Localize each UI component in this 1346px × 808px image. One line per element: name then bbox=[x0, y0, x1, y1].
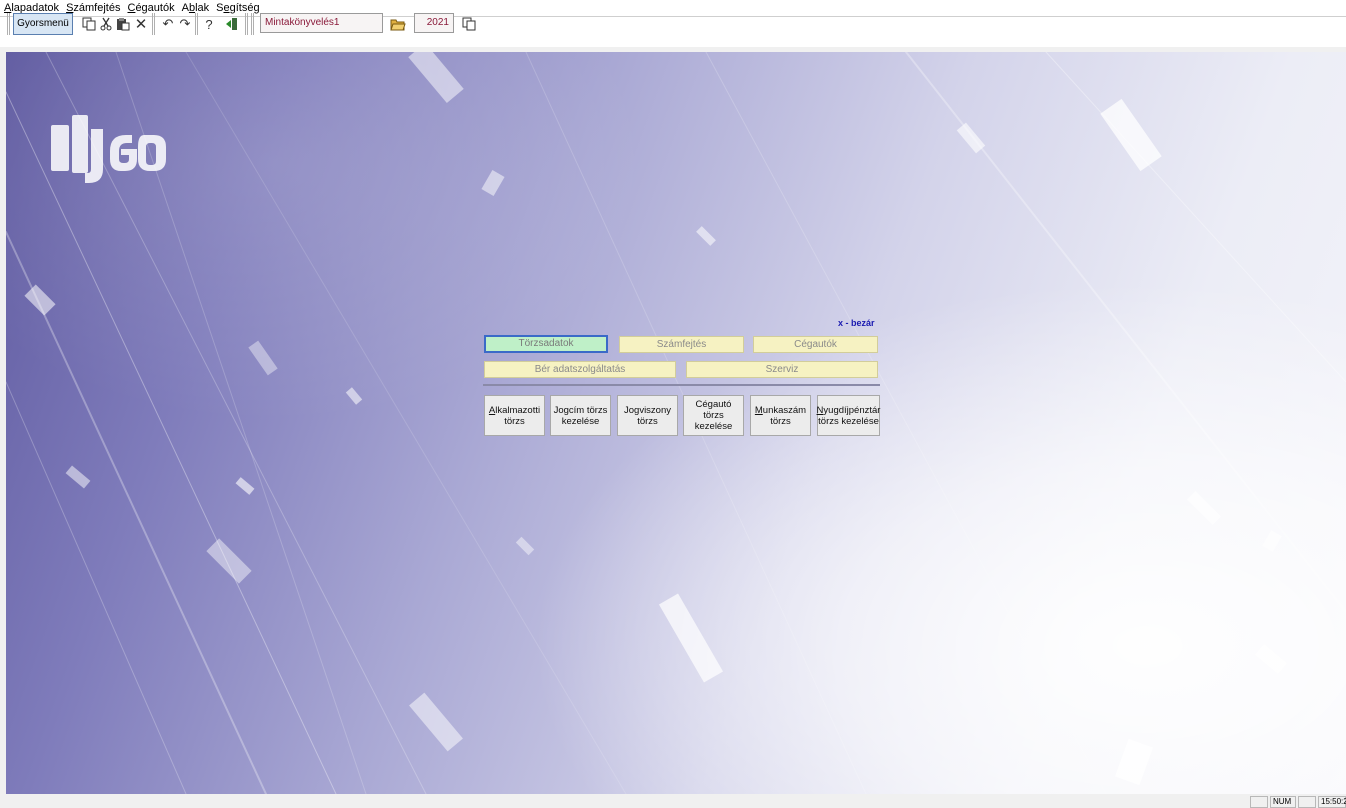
label-line2: törzs bbox=[637, 415, 658, 427]
app-logo bbox=[51, 115, 166, 183]
munkaszam-torzs-button[interactable]: Munkaszám törzs bbox=[750, 395, 811, 436]
toolbar-separator bbox=[251, 13, 254, 35]
toolbar-separator bbox=[152, 13, 155, 35]
tab-szerviz[interactable]: Szerviz bbox=[686, 361, 878, 378]
cegauto-torzs-button[interactable]: Cégautó törzs kezelése bbox=[683, 395, 744, 436]
year-field[interactable]: 2021 bbox=[414, 13, 454, 33]
toolbar: Gyorsmenü ✕ ↶ ↷ ? Mintakönyvelés1 2021 bbox=[0, 13, 1346, 47]
tab-szamfejtes[interactable]: Számfejtés bbox=[619, 336, 744, 353]
label-line1: Cégautó törzs bbox=[695, 399, 732, 421]
toolbar-separator bbox=[245, 13, 248, 35]
jogcim-torzs-button[interactable]: Jogcím törzs kezelése bbox=[550, 395, 611, 436]
label-line1: yugdíjpénztár bbox=[823, 404, 881, 416]
redo-icon[interactable]: ↷ bbox=[175, 13, 195, 35]
status-cell-empty bbox=[1250, 796, 1268, 808]
delete-icon[interactable]: ✕ bbox=[131, 13, 151, 35]
num-lock-indicator: NUM bbox=[1270, 796, 1296, 808]
status-cell-empty bbox=[1298, 796, 1316, 808]
button-label: Munkaszám törzs bbox=[755, 405, 806, 427]
button-label: Jogviszony törzs bbox=[624, 405, 671, 427]
toolbar-grip bbox=[7, 13, 10, 35]
toolbar-separator bbox=[195, 13, 198, 35]
button-label: Jogcím törzs kezelése bbox=[554, 405, 608, 427]
tab-ber-adatszolgaltatas[interactable]: Bér adatszolgáltatás bbox=[484, 361, 676, 378]
label-line1: unkaszám bbox=[762, 404, 807, 416]
open-folder-icon[interactable] bbox=[388, 13, 408, 35]
label-line2: kezelése bbox=[561, 415, 600, 427]
paste-icon[interactable] bbox=[113, 13, 133, 35]
status-clock: 15:50:2 bbox=[1318, 796, 1346, 808]
label-line2: törzs kezelése bbox=[818, 415, 879, 427]
accel-letter: M bbox=[754, 404, 763, 416]
button-label: Alkalmazotti törzs bbox=[489, 405, 540, 427]
help-icon[interactable]: ? bbox=[199, 13, 219, 35]
status-bar: NUM 15:50:2 bbox=[0, 794, 1346, 808]
label-line1: lkalmazotti bbox=[495, 404, 541, 416]
copy-year-icon[interactable] bbox=[459, 13, 479, 35]
menu-divider bbox=[483, 384, 880, 386]
label-line2: kezelése bbox=[694, 421, 733, 432]
quickmenu-button[interactable]: Gyorsmenü bbox=[13, 13, 73, 35]
label-line1: Jogcím törzs bbox=[553, 404, 608, 416]
jogviszony-torzs-button[interactable]: Jogviszony törzs bbox=[617, 395, 678, 436]
button-label: Cégautó törzs kezelése bbox=[686, 399, 741, 432]
button-label: Nyugdíjpénztár törzs kezelése bbox=[817, 405, 881, 427]
nyugdijpenztar-torzs-button[interactable]: Nyugdíjpénztár törzs kezelése bbox=[817, 395, 880, 436]
company-field[interactable]: Mintakönyvelés1 bbox=[260, 13, 383, 33]
tab-torzsadatok[interactable]: Törzsadatok bbox=[484, 335, 608, 353]
tab-cegautok[interactable]: Cégautók bbox=[753, 336, 878, 353]
alkalmazotti-torzs-button[interactable]: Alkalmazotti törzs bbox=[484, 395, 545, 436]
label-line2: törzs bbox=[770, 415, 791, 427]
label-line2: törzs bbox=[504, 415, 525, 427]
exit-icon[interactable] bbox=[222, 13, 242, 35]
close-link[interactable]: x - bezár bbox=[838, 318, 875, 328]
label-line1: Jogviszony bbox=[624, 404, 671, 416]
